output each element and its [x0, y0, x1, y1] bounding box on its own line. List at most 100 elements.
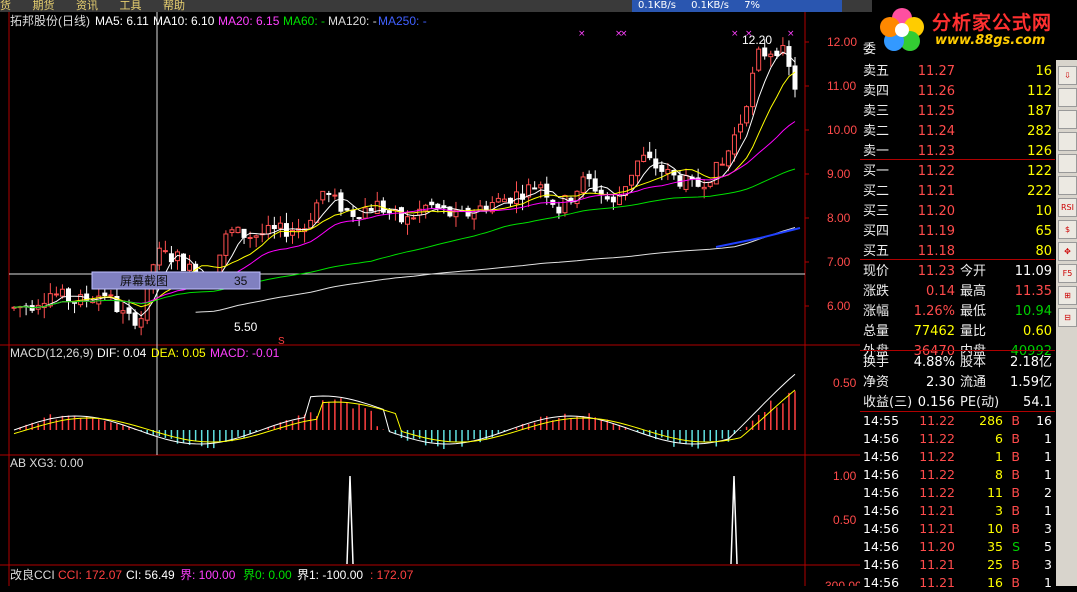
cpu-percent: 7%	[744, 0, 761, 11]
tick-time: 14:55	[863, 413, 900, 428]
y-tick-label: 11.00	[827, 79, 856, 93]
ask-row[interactable]: 卖三 11.25 187	[860, 102, 1055, 121]
network-status: 0.1KB/s 0.1KB/s 7%	[632, 0, 842, 12]
toolbar-button-icon[interactable]	[1058, 88, 1077, 107]
dif-label: DIF: 0.04	[97, 346, 147, 360]
tick-side: B	[1011, 431, 1020, 446]
candle-body	[744, 106, 750, 124]
quote-row-value2: 0.60	[1023, 324, 1052, 339]
x-marker-icon: ×	[620, 29, 628, 39]
tick-volume: 16	[987, 575, 1003, 590]
menu-item[interactable]: 货	[0, 0, 11, 12]
candle-body	[108, 294, 114, 297]
candlesticks	[11, 37, 798, 450]
candle-body	[750, 72, 756, 108]
candle-body	[738, 123, 744, 133]
tick-price: 11.22	[919, 431, 955, 446]
candle-body	[138, 318, 144, 328]
macd-tick: 0.50	[833, 376, 857, 390]
quote-row-label2: 今开	[960, 264, 987, 279]
quote-row-value1: 77462	[913, 324, 955, 339]
tick-time: 14:56	[863, 557, 900, 572]
candle-body	[332, 194, 338, 197]
tick-side: B	[1011, 449, 1020, 464]
candle-body	[132, 312, 138, 326]
menu-item[interactable]: 工具	[120, 0, 142, 12]
xg-tick: 1.00	[833, 469, 857, 483]
bid-row[interactable]: 买二 11.21 222	[860, 182, 1055, 201]
logo-text: 分析家公式网	[932, 12, 1053, 34]
tick-row: 14:56 11.22 8 B 1	[860, 466, 1055, 484]
ask-row[interactable]: 卖二 11.24 282	[860, 122, 1055, 141]
quote-row-label2: 量比	[960, 324, 987, 339]
stats-row: 净资 2.30 流通 1.59亿	[860, 373, 1055, 392]
candle-body	[592, 178, 598, 192]
bid-row-volume: 65	[1035, 224, 1052, 239]
stats-row-label1: 收益(三)	[863, 395, 913, 410]
toolbar-button-icon[interactable]: ⇩	[1058, 66, 1077, 85]
menu-item[interactable]: 期货	[33, 0, 55, 12]
tick-time: 14:56	[863, 503, 900, 518]
toolbar-button-icon[interactable]: ✥	[1058, 242, 1077, 261]
quote-row-label2: 最高	[960, 284, 987, 299]
toolbar-button-icon[interactable]	[1058, 132, 1077, 151]
tick-price: 11.21	[919, 503, 955, 518]
tick-time: 14:56	[863, 467, 900, 482]
candle-body	[598, 189, 604, 195]
toolbar-button-icon[interactable]: F5	[1058, 264, 1077, 283]
tick-time: 14:56	[863, 485, 900, 500]
quote-row-label1: 涨幅	[863, 304, 890, 319]
tick-count: 5	[1044, 539, 1052, 554]
candle-body	[514, 191, 520, 205]
menu-item[interactable]: 资讯	[76, 0, 98, 12]
candle-body	[483, 205, 489, 211]
candle-body	[610, 196, 616, 203]
candle-body	[683, 174, 689, 190]
toolbar-button-icon[interactable]: $	[1058, 220, 1077, 239]
toolbar-button-icon[interactable]	[1058, 110, 1077, 129]
xg-tick: 0.50	[833, 513, 857, 527]
toolbar-button-icon[interactable]	[1058, 176, 1077, 195]
bid-row[interactable]: 买三 11.20 10	[860, 202, 1055, 221]
ask-row-volume: 187	[1027, 104, 1052, 119]
candle-body	[411, 217, 417, 220]
cci-tick: 300.00	[825, 579, 860, 586]
candle-body	[253, 235, 259, 238]
candle-body	[556, 206, 562, 214]
kline-chart[interactable]: 12.00 11.00 10.00 9.00 8.00 7.00 6.00 拓邦股份(日线) M…	[0, 12, 860, 586]
y-tick-label: 7.00	[827, 255, 851, 269]
quote-row-label1: 总量	[863, 324, 890, 339]
tick-volume: 25	[987, 557, 1003, 572]
cci-value: CCI: 172.07	[58, 568, 122, 582]
candle-body	[65, 288, 71, 302]
ma5-label: MA5: 6.11	[95, 14, 149, 28]
candle-body	[120, 310, 126, 314]
stats-row-label2: 流通	[960, 375, 987, 390]
candle-body	[762, 47, 768, 57]
toolbar-button-icon[interactable]: RSI	[1058, 198, 1077, 217]
stats-row-label2: PE(动)	[960, 395, 1000, 410]
candle-body	[586, 173, 592, 180]
ask-row[interactable]: 卖五 11.27 16	[860, 62, 1055, 81]
tick-side: B	[1011, 467, 1020, 482]
tick-price: 11.21	[919, 575, 955, 590]
stats-row-label1: 换手	[863, 355, 890, 370]
ma250-line	[715, 227, 801, 248]
candle-body	[538, 184, 544, 189]
toolbar-button-icon[interactable]	[1058, 154, 1077, 173]
bid-row[interactable]: 买四 11.19 65	[860, 222, 1055, 241]
x-marker-icon: ×	[787, 29, 795, 39]
ask-row[interactable]: 卖四 11.26 112	[860, 82, 1055, 101]
tick-time: 14:56	[863, 539, 900, 554]
tick-volume: 3	[995, 503, 1003, 518]
ask-row-label: 卖三	[863, 104, 890, 119]
bid-row-volume: 222	[1027, 184, 1052, 199]
candle-body	[156, 247, 162, 266]
bid-row[interactable]: 买一 11.22 122	[860, 162, 1055, 181]
toolbar-button-icon[interactable]: ⊟	[1058, 308, 1077, 327]
candle-body	[701, 186, 707, 190]
menu-item[interactable]: 帮助	[163, 0, 185, 12]
bound-label: 界: 100.00	[180, 568, 236, 582]
tick-count: 1	[1044, 449, 1052, 464]
toolbar-button-icon[interactable]: ⊞	[1058, 286, 1077, 305]
